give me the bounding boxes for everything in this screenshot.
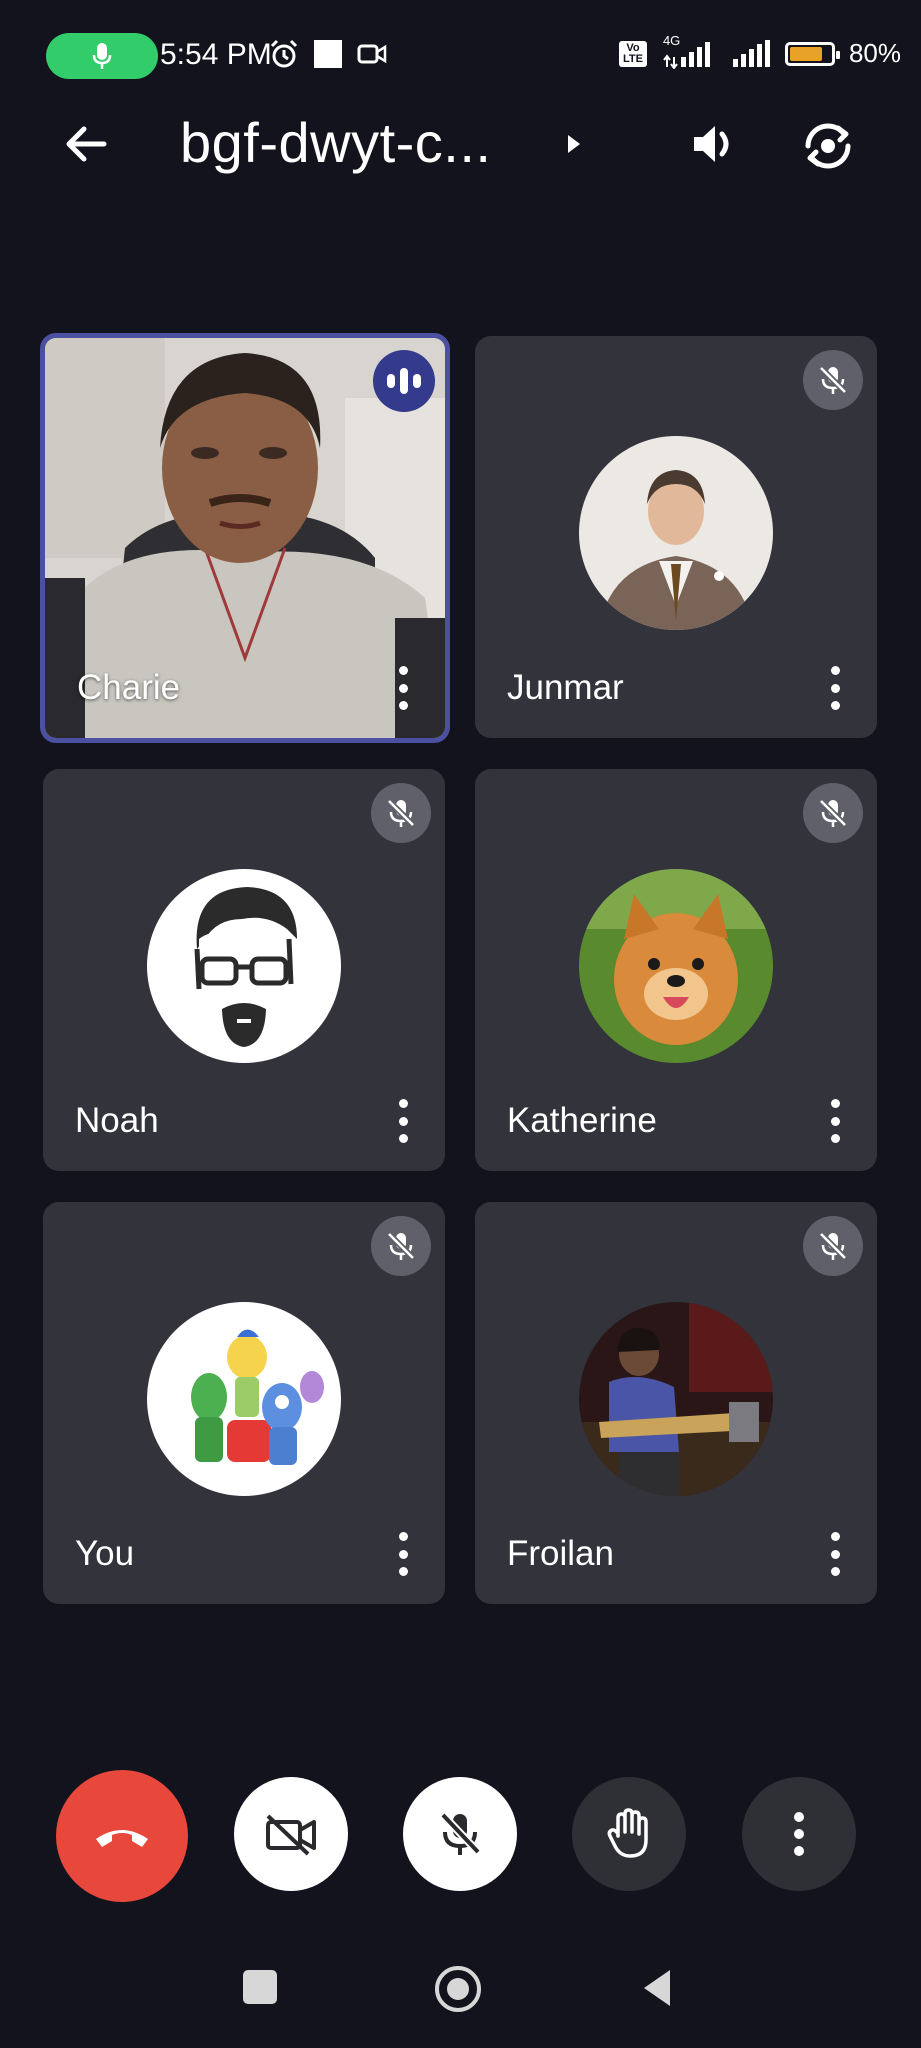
caret-right-icon[interactable]	[566, 133, 582, 155]
status-left-icons	[268, 38, 388, 70]
participant-name: Junmar	[507, 668, 624, 707]
participant-options-button[interactable]	[823, 666, 847, 710]
signal-icon-sim1: 4G	[661, 33, 717, 69]
status-time: 5:54 PM	[160, 38, 272, 71]
alarm-icon	[270, 39, 298, 68]
more-options-icon	[793, 1812, 805, 1856]
participant-tile-noah[interactable]: Noah	[43, 769, 445, 1171]
mic-off-icon	[440, 1812, 481, 1855]
participant-options-button[interactable]	[391, 1099, 415, 1143]
camera-off-icon	[266, 1814, 316, 1856]
status-right-icons: Vo LTE 4G 80%	[618, 33, 901, 69]
volte-icon: Vo LTE	[618, 40, 647, 67]
participant-avatar	[147, 869, 341, 1063]
participant-tile-katherine[interactable]: Katherine	[475, 769, 877, 1171]
arrow-left-icon	[66, 126, 107, 162]
end-call-icon	[96, 1830, 148, 1847]
end-call-button[interactable]	[56, 1770, 188, 1902]
status-bar: 5:54 PM Vo LTE 4G 80%	[0, 0, 921, 110]
notification-square-icon	[314, 40, 342, 68]
video-call-icon	[357, 44, 387, 64]
participant-avatar	[147, 1302, 341, 1496]
participant-options-button[interactable]	[823, 1532, 847, 1576]
switch-camera-icon	[805, 123, 851, 169]
microphone-icon	[92, 43, 112, 69]
participant-name: Charie	[77, 668, 181, 707]
microphone-toggle-button[interactable]	[403, 1777, 517, 1891]
meeting-title[interactable]: bgf-dwyt-c...	[180, 110, 491, 175]
more-options-button[interactable]	[742, 1777, 856, 1891]
participant-avatar	[579, 436, 773, 630]
back-button[interactable]	[58, 116, 114, 172]
participant-name: Katherine	[507, 1101, 657, 1140]
speaker-icon	[694, 126, 729, 162]
participant-options-button[interactable]	[823, 1099, 847, 1143]
recent-apps-icon[interactable]	[243, 1970, 277, 2004]
participant-options-button[interactable]	[391, 1532, 415, 1576]
participant-tile-froilan[interactable]: Froilan	[475, 1202, 877, 1604]
mic-off-icon	[803, 1216, 863, 1276]
mic-off-icon	[803, 350, 863, 410]
battery-percent: 80%	[848, 38, 901, 68]
participant-avatar	[579, 869, 773, 1063]
participant-tile-charie[interactable]: Charie	[40, 333, 450, 743]
participant-tile-you[interactable]: You	[43, 1202, 445, 1604]
participant-name: Noah	[75, 1101, 159, 1140]
participant-options-button[interactable]	[391, 666, 415, 710]
system-navigation-bar	[0, 1930, 921, 2048]
participant-name: Froilan	[507, 1534, 614, 1573]
mic-off-icon	[371, 1216, 431, 1276]
battery-icon	[784, 41, 840, 66]
battery-level-fill	[789, 46, 822, 61]
signal-icon-sim2	[732, 39, 770, 67]
mic-off-icon	[803, 783, 863, 843]
camera-toggle-button[interactable]	[234, 1777, 348, 1891]
back-nav-icon[interactable]	[640, 1968, 674, 2008]
participant-name: You	[75, 1534, 135, 1573]
participant-avatar	[579, 1302, 773, 1496]
switch-camera-button[interactable]	[798, 116, 858, 176]
home-icon[interactable]	[435, 1966, 481, 2012]
mic-off-icon	[371, 783, 431, 843]
participant-tile-junmar[interactable]: Junmar	[475, 336, 877, 738]
raise-hand-icon	[607, 1808, 648, 1858]
speaking-indicator-icon	[373, 350, 435, 412]
mic-in-use-indicator[interactable]	[46, 33, 158, 79]
audio-output-button[interactable]	[686, 116, 742, 172]
raise-hand-button[interactable]	[572, 1777, 686, 1891]
